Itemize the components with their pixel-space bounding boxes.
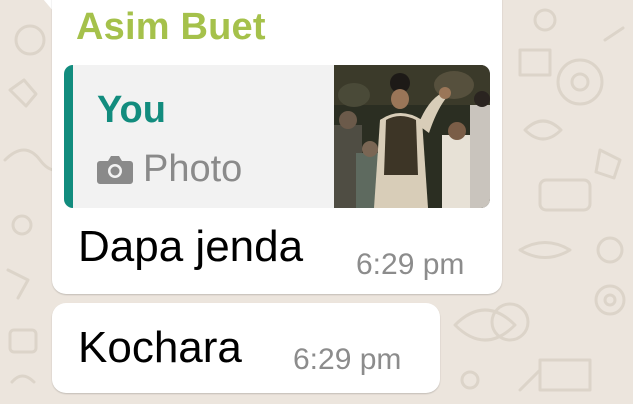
quoted-reply[interactable]: You Photo — [64, 65, 490, 208]
quoted-author: You — [97, 89, 166, 131]
camera-icon — [97, 156, 133, 184]
message-bubble[interactable]: Asim Buet You Photo Dapa jenda 6:29 pm — [52, 0, 502, 294]
message-timestamp: 6:29 pm — [293, 343, 402, 376]
sender-name: Asim Buet — [76, 6, 266, 48]
message-timestamp: 6:29 pm — [356, 248, 465, 281]
quoted-media-label: Photo — [143, 147, 243, 190]
bubble-tail — [32, 0, 54, 12]
photo-thumbnail[interactable] — [334, 65, 490, 208]
message-text: Kochara — [78, 323, 242, 372]
quoted-media-type: Photo — [97, 147, 242, 191]
message-text: Dapa jenda — [78, 222, 304, 271]
quote-accent-bar — [64, 65, 73, 208]
message-bubble[interactable]: Kochara 6:29 pm — [52, 303, 440, 393]
